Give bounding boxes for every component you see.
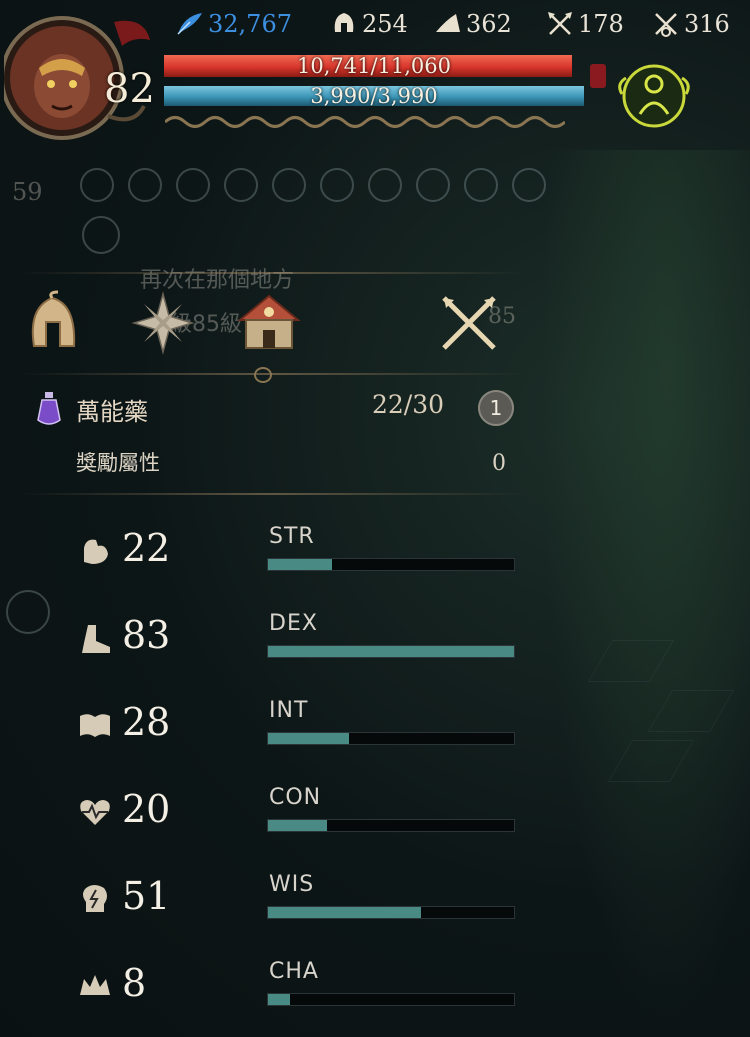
stat-bar-con [267, 819, 515, 832]
faded-level-badge: 59 [12, 178, 43, 206]
faded-icon [80, 168, 114, 202]
faded-icon [512, 168, 546, 202]
stat-bar-fill [268, 733, 350, 744]
elixir-label: 萬能藥 [76, 398, 148, 426]
faded-icon [416, 168, 450, 202]
resource-value: 32,767 [208, 10, 292, 38]
resource-feathers: 32,767 [176, 10, 292, 38]
faded-icon [224, 168, 258, 202]
stat-value-dex: 83 [122, 613, 171, 657]
faded-icon-row [80, 168, 546, 202]
stat-bar-fill [268, 994, 291, 1005]
stat-value-cha: 8 [122, 961, 147, 1005]
resource-wing: 362 [434, 10, 512, 38]
faded-icon [128, 168, 162, 202]
arm-icon [78, 534, 112, 568]
stat-value-int: 28 [122, 700, 171, 744]
stat-bar-dex [267, 645, 515, 658]
faded-icon [320, 168, 354, 202]
elixir-potion-icon [37, 392, 61, 425]
stat-label-cha: CHA [269, 959, 319, 984]
hp-bar: 10,741/11,060 [164, 55, 584, 77]
stat-label-dex: DEX [269, 611, 318, 636]
resource-helmet: 254 [330, 10, 408, 38]
resource-value: 362 [466, 10, 512, 38]
stat-bar-fill [268, 907, 421, 918]
stat-bar-cha [267, 993, 515, 1006]
tab-combat-icon[interactable] [436, 290, 502, 356]
divider [20, 373, 525, 375]
bonus-value: 0 [492, 451, 506, 476]
foliage-glow [540, 150, 750, 1037]
faded-icon [368, 168, 402, 202]
stat-bar-wis [267, 906, 515, 919]
stat-value-str: 22 [122, 526, 171, 570]
stat-value-con: 20 [122, 787, 171, 831]
stat-label-int: INT [269, 698, 309, 723]
hp-text: 10,741/11,060 [296, 54, 452, 78]
tab-character-icon[interactable] [22, 290, 88, 356]
crossed-swords-icon [655, 13, 677, 37]
faded-icon [464, 168, 498, 202]
divider [20, 493, 525, 495]
head-bolt-icon [78, 882, 112, 916]
tab-skills-icon[interactable] [130, 290, 196, 356]
tab-house-icon[interactable] [236, 290, 302, 356]
heartbeat-icon [78, 795, 112, 829]
crossed-arrows-icon [548, 12, 572, 35]
stat-label-str: STR [269, 524, 315, 549]
bonus-label: 獎勵屬性 [76, 451, 160, 475]
resource-swords: 316 [652, 10, 730, 38]
crown-icon [78, 969, 112, 1003]
resource-value: 254 [362, 10, 408, 38]
resource-arrows: 178 [546, 10, 624, 38]
stat-bar-int [267, 732, 515, 745]
resource-value: 178 [578, 10, 624, 38]
stat-bar-fill [268, 559, 332, 570]
resource-value: 316 [684, 10, 730, 38]
elixir-count: 22/30 [372, 390, 445, 419]
faded-icon [176, 168, 210, 202]
wing-icon [436, 14, 460, 32]
hud-ornament-trim [165, 116, 565, 128]
bar-end-tassel [590, 64, 606, 88]
faded-icon [82, 216, 120, 254]
faded-icon [6, 590, 50, 634]
stat-bar-str [267, 558, 515, 571]
stat-bar-fill [268, 646, 514, 657]
stat-label-con: CON [269, 785, 322, 810]
buff-emblem-icon[interactable] [612, 54, 696, 138]
book-icon [78, 708, 112, 742]
stat-bar-fill [268, 820, 328, 831]
elixir-info-badge[interactable]: 1 [478, 390, 514, 426]
mp-bar: 3,990/3,990 [164, 84, 584, 108]
divider [20, 272, 525, 274]
mp-text: 3,990/3,990 [310, 84, 438, 108]
player-level: 82 [104, 66, 155, 112]
stat-label-wis: WIS [269, 872, 315, 897]
faded-icon [272, 168, 306, 202]
divider-ornament [254, 367, 272, 383]
blue-feather-icon [177, 13, 202, 35]
boot-icon [78, 621, 112, 655]
stat-value-wis: 51 [122, 874, 171, 918]
helmet-icon [334, 13, 354, 32]
